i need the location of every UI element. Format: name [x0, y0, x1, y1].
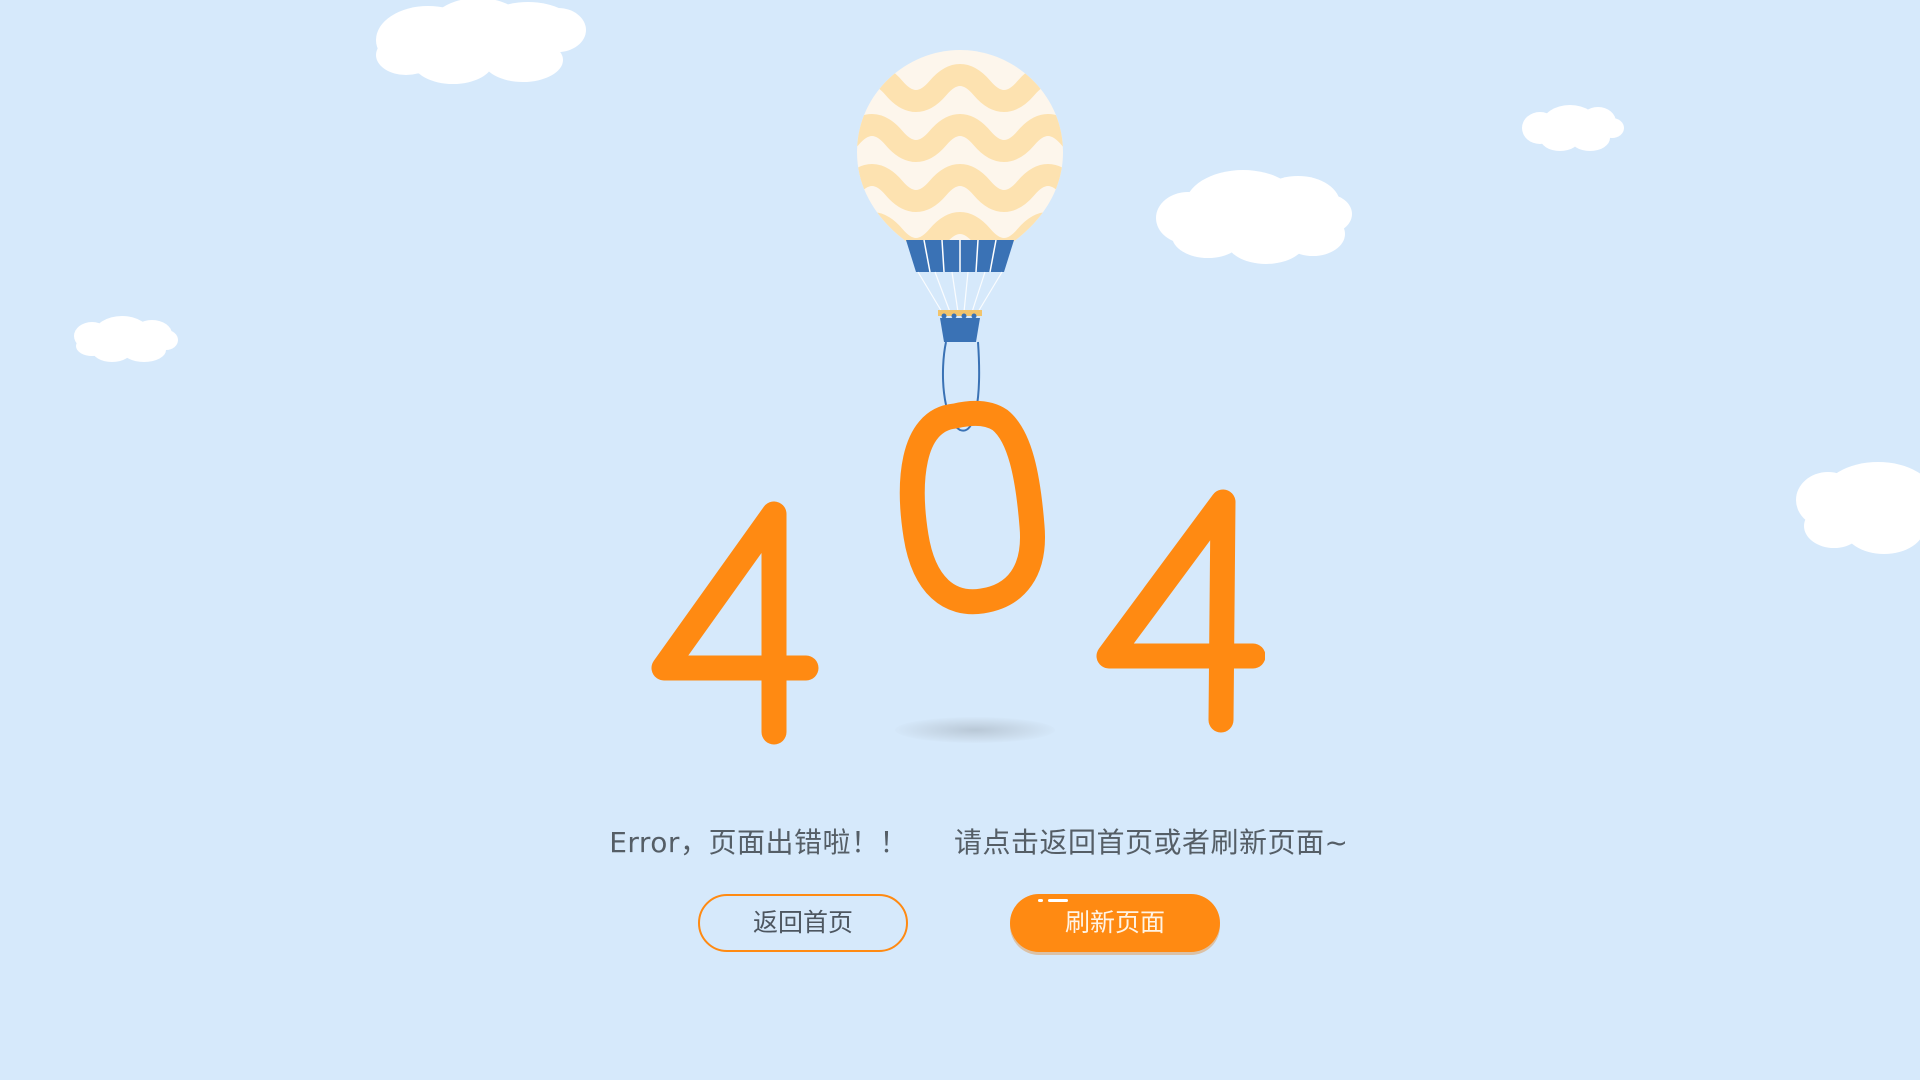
error-message-primary: Error，页面出错啦！！	[609, 826, 908, 859]
back-home-button[interactable]: 返回首页	[698, 894, 908, 952]
error-message: Error，页面出错啦！！ 请点击返回首页或者刷新页面~	[0, 788, 1920, 894]
digit-four-left	[651, 501, 819, 745]
refresh-page-label: 刷新页面	[1064, 908, 1165, 937]
refresh-page-button[interactable]: 刷新页面	[1010, 894, 1220, 952]
error-page: 404 Error，页面出错啦！！请点击返回首页或者刷新页面~ 返回首页 刷新页…	[0, 0, 1920, 1080]
ground-shadow	[895, 717, 1055, 743]
digit-four-right	[1096, 489, 1265, 733]
digit-zero-middle	[899, 400, 1045, 615]
error-message-hint: 请点击返回首页或者刷新页面~	[953, 826, 1349, 859]
button-shine-icon	[1038, 899, 1068, 902]
